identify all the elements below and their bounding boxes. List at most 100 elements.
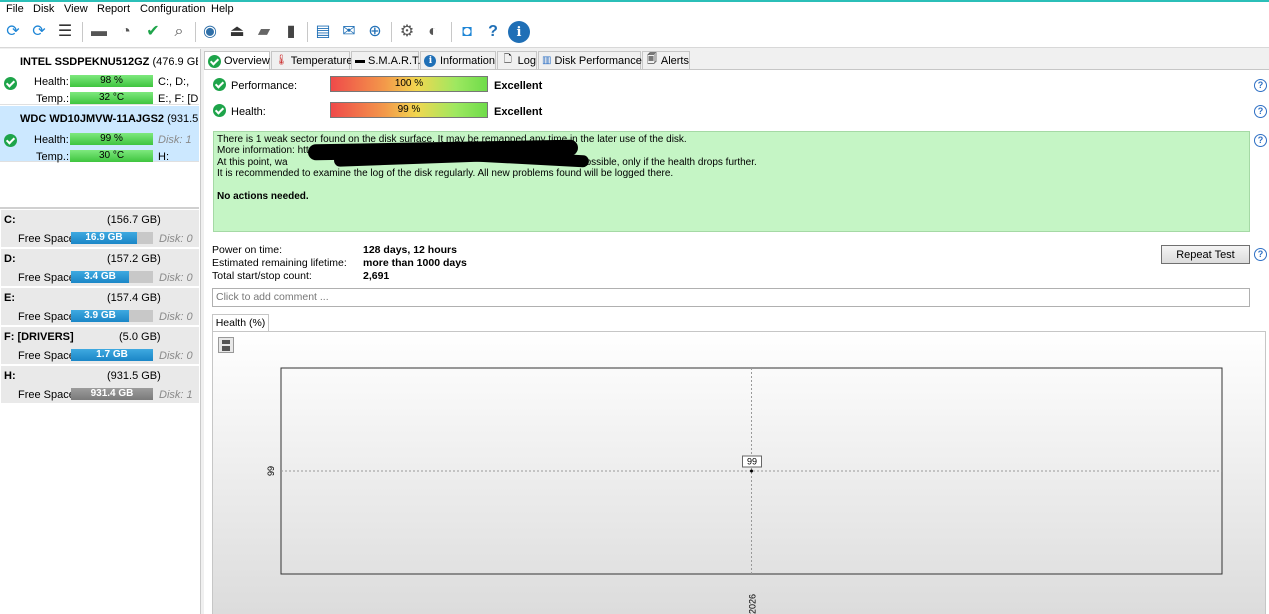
tab-label: Temperature [290, 54, 353, 67]
free-space-bar: 3.4 GB [71, 271, 153, 283]
comment-input[interactable]: Click to add comment ... [212, 288, 1250, 307]
network-icon[interactable]: ⊕ [364, 21, 386, 43]
app-window: File Disk View Report Configuration Help… [0, 0, 1269, 614]
no-actions-text: No actions needed. [217, 190, 309, 202]
menu-file[interactable]: File [6, 3, 24, 15]
volume-disk: Disk: 0 [159, 233, 193, 245]
panel-divider [0, 207, 199, 209]
y-tick-label: 99 [266, 466, 276, 476]
health-help-icon[interactable]: ? [1254, 105, 1267, 118]
tab-label: Log [517, 54, 536, 67]
tab-disk-performance[interactable]: ▥ Disk Performance [538, 51, 642, 69]
performance-ok-icon [213, 78, 226, 91]
tab-label: Alerts [660, 54, 689, 67]
disk-index: Disk: 1 [158, 134, 192, 146]
power-on-value: 128 days, 12 hours [363, 244, 457, 256]
volume-item-d[interactable]: D: (157.2 GB) Free Space 3.4 GB Disk: 0 [1, 249, 199, 287]
log-file-icon: 🗋 [503, 54, 512, 65]
toolbar-separator [195, 22, 196, 42]
volume-name: C: [4, 214, 16, 226]
tab-smart[interactable]: ▬ S.M.A.R.T. [351, 51, 421, 69]
refresh-warning-icon[interactable]: ⟳ [28, 21, 50, 43]
tab-temperature[interactable]: 🌡 Temperature [271, 51, 353, 69]
disk-model: INTEL SSDPEKNU512GZ [20, 56, 150, 68]
disk-item-wdc[interactable]: WDC WD10JMVW-11AJGS2 (931.5 GB) Health: … [0, 106, 199, 163]
volume-disk: Disk: 0 [159, 311, 193, 323]
performance-help-icon[interactable]: ? [1254, 79, 1267, 92]
volume-item-f[interactable]: F: [DRIVERS] (5.0 GB) Free Space 1.7 GB … [1, 327, 199, 365]
volume-size: (157.4 GB) [107, 292, 161, 304]
help-icon[interactable]: ? [482, 21, 504, 43]
volume-item-c[interactable]: C: (156.7 GB) Free Space 16.9 GB Disk: 0 [1, 210, 199, 248]
volume-name: D: [4, 253, 16, 265]
disk-clock-icon[interactable]: ◔ [115, 21, 137, 43]
volume-size: (156.7 GB) [107, 214, 161, 226]
disk-icon[interactable]: ▬ [88, 21, 110, 43]
disk-check-icon[interactable]: ✔ [142, 21, 164, 43]
health-ok-icon [4, 77, 17, 90]
refresh-icon[interactable]: ⟳ [2, 21, 24, 43]
free-space-label: Free Space [18, 350, 75, 362]
menu-report[interactable]: Report [97, 3, 130, 15]
camera-icon[interactable]: ◘ [456, 21, 478, 43]
volume-item-h[interactable]: H: (931.5 GB) Free Space 931.4 GB Disk: … [1, 366, 199, 404]
menu-help[interactable]: Help [211, 3, 234, 15]
info-icon[interactable]: i [508, 21, 530, 43]
startstop-value: 2,691 [363, 270, 390, 282]
eject-icon[interactable]: ⏏ [226, 21, 248, 43]
temp-label: Temp.: [36, 151, 70, 163]
menu-configuration[interactable]: Configuration [140, 3, 205, 15]
disk-size: (931.5 GB) [167, 113, 198, 125]
disk-size: (476.9 GB) [152, 56, 198, 68]
overview-content: Performance: 100 % Excellent ? Health: 9… [204, 69, 1269, 614]
tab-alerts[interactable]: 🗐 Alerts [642, 51, 690, 69]
chart-icon: ▥ [542, 55, 552, 66]
list-icon[interactable]: ☰ [54, 21, 76, 43]
tab-information[interactable]: i Information [420, 51, 496, 69]
free-space-bar: 1.7 GB [71, 349, 153, 361]
toolbar-separator [307, 22, 308, 42]
thermometer-icon: 🌡 [275, 55, 288, 66]
tab-label: S.M.A.R.T. [368, 54, 421, 67]
health-label: Health: [231, 106, 266, 118]
disk-model: WDC WD10JMVW-11AJGS2 [20, 113, 165, 125]
repeat-test-button[interactable]: Repeat Test [1161, 245, 1250, 264]
performance-status: Excellent [494, 80, 543, 92]
disk-item-intel[interactable]: INTEL SSDPEKNU512GZ (476.9 GB) Di Health… [0, 49, 199, 105]
tab-log[interactable]: 🗋 Log [497, 51, 537, 69]
x-tick-label: 8/20/2026 [748, 594, 758, 614]
tab-overview[interactable]: Overview [204, 51, 270, 70]
volume-name: E: [4, 292, 15, 304]
message-help-icon[interactable]: ? [1254, 134, 1267, 147]
disk-search-icon[interactable]: ⌕ [168, 21, 190, 43]
globe-disk-icon[interactable]: ◉ [199, 21, 221, 43]
disk-drives-2: E:, F: [DR [158, 93, 198, 105]
report-icon[interactable]: ▤ [312, 21, 334, 43]
disk-drives: H: [158, 151, 169, 163]
repeat-help-icon[interactable]: ? [1254, 248, 1267, 261]
speaker-icon[interactable]: ◐ [422, 21, 444, 43]
usb-drive-icon[interactable]: ▮ [280, 21, 302, 43]
health-label: Health: [34, 76, 69, 88]
check-icon [208, 54, 221, 68]
disk-name: INTEL SSDPEKNU512GZ (476.9 GB) Di [20, 56, 198, 68]
free-space-label: Free Space [18, 389, 75, 401]
volume-size: (157.2 GB) [107, 253, 161, 265]
health-chart: 99 8/20/2026 99 [266, 367, 1223, 614]
alerts-icon: 🗐 [646, 54, 657, 65]
volume-item-e[interactable]: E: (157.4 GB) Free Space 3.9 GB Disk: 0 [1, 288, 199, 326]
free-space-label: Free Space [18, 233, 75, 245]
mail-icon[interactable]: ✉ [338, 21, 360, 43]
menu-view[interactable]: View [64, 3, 88, 15]
toolbar-separator [451, 22, 452, 42]
free-space-fill: 931.4 GB [71, 388, 153, 400]
drive-icon[interactable]: ▰ [253, 21, 275, 43]
tab-health-chart[interactable]: Health (%) [212, 314, 269, 332]
free-space-fill: 1.7 GB [71, 349, 153, 361]
temp-label: Temp.: [36, 93, 70, 105]
performance-label: Performance: [231, 80, 298, 92]
startstop-label: Total start/stop count: [212, 270, 312, 282]
menu-disk[interactable]: Disk [33, 3, 54, 15]
gear-icon[interactable]: ⚙ [396, 21, 418, 43]
free-space-fill: 16.9 GB [71, 232, 137, 244]
